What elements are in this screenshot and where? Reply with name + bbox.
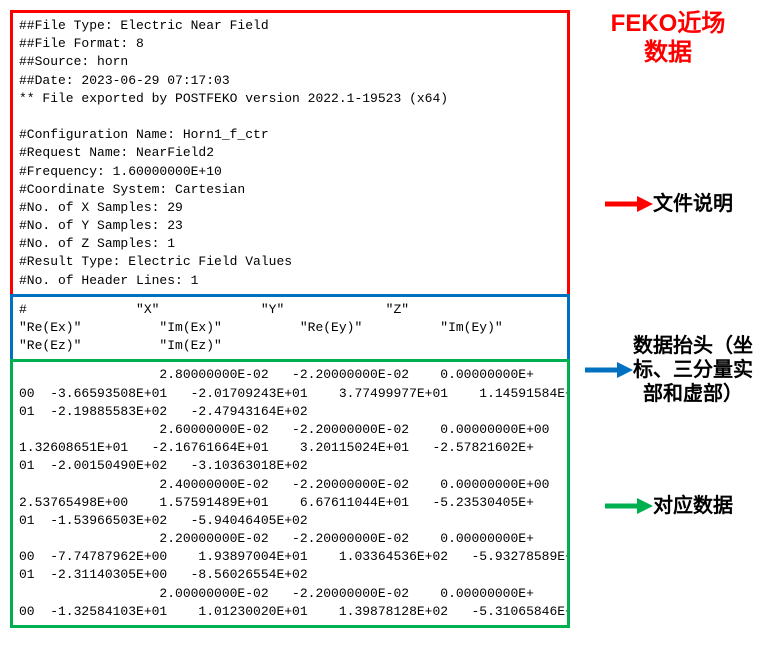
data-header-box: # "X" "Y" "Z" "Re(Ex)" "Im(Ex)" "Re(Ey)"… xyxy=(10,294,570,363)
data-values-box: 2.80000000E-02 -2.20000000E-02 0.0000000… xyxy=(10,359,570,628)
main-title: FEKO近场 数据 xyxy=(611,10,726,68)
blue-label-text: 数据抬头（坐 标、三分量实 部和虚部） xyxy=(633,334,753,406)
blue-arrow-label: 数据抬头（坐 标、三分量实 部和虚部） xyxy=(583,334,753,406)
legend-panel: FEKO近场 数据 文件说明 数据抬头（坐 标、三分量实 部和虚部） xyxy=(570,10,766,522)
green-arrow-label: 对应数据 xyxy=(603,494,733,518)
red-arrow-label: 文件说明 xyxy=(603,192,733,216)
arrow-right-icon xyxy=(603,494,653,518)
arrow-right-icon xyxy=(603,192,653,216)
green-label-text: 对应数据 xyxy=(653,494,733,518)
arrow-right-icon xyxy=(583,358,633,382)
red-label-text: 文件说明 xyxy=(653,192,733,216)
file-description-box: ##File Type: Electric Near Field ##File … xyxy=(10,10,570,297)
data-panels: ##File Type: Electric Near Field ##File … xyxy=(10,10,570,628)
